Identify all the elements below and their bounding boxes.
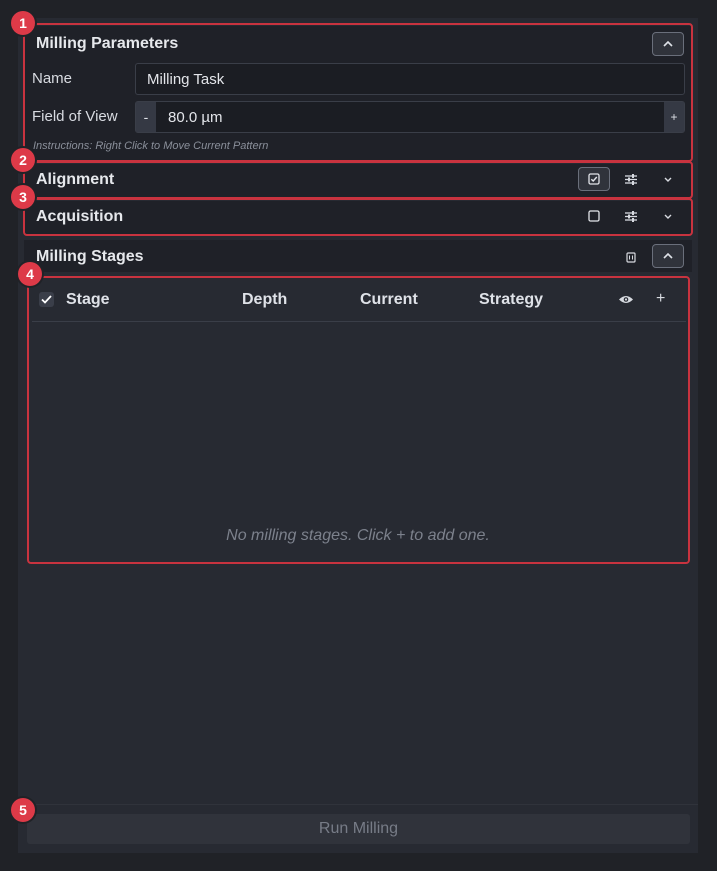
badge-4: 4 [18,262,42,286]
trash-icon [626,251,636,263]
footer-divider [18,804,698,805]
chevron-up-icon [663,253,673,259]
highlight-box-4 [27,276,690,564]
highlight-box-2 [23,161,693,199]
highlight-box-3 [23,198,693,236]
badge-3: 3 [11,185,35,209]
badge-2: 2 [11,148,35,172]
badge-5: 5 [11,798,35,822]
milling-stages-title: Milling Stages [36,248,144,265]
milling-stages-clear-button[interactable] [615,245,647,269]
badge-1: 1 [11,11,35,35]
highlight-box-1 [23,23,693,162]
collapse-milling-stages-button[interactable] [652,244,684,268]
run-milling-button[interactable]: Run Milling [27,814,690,844]
